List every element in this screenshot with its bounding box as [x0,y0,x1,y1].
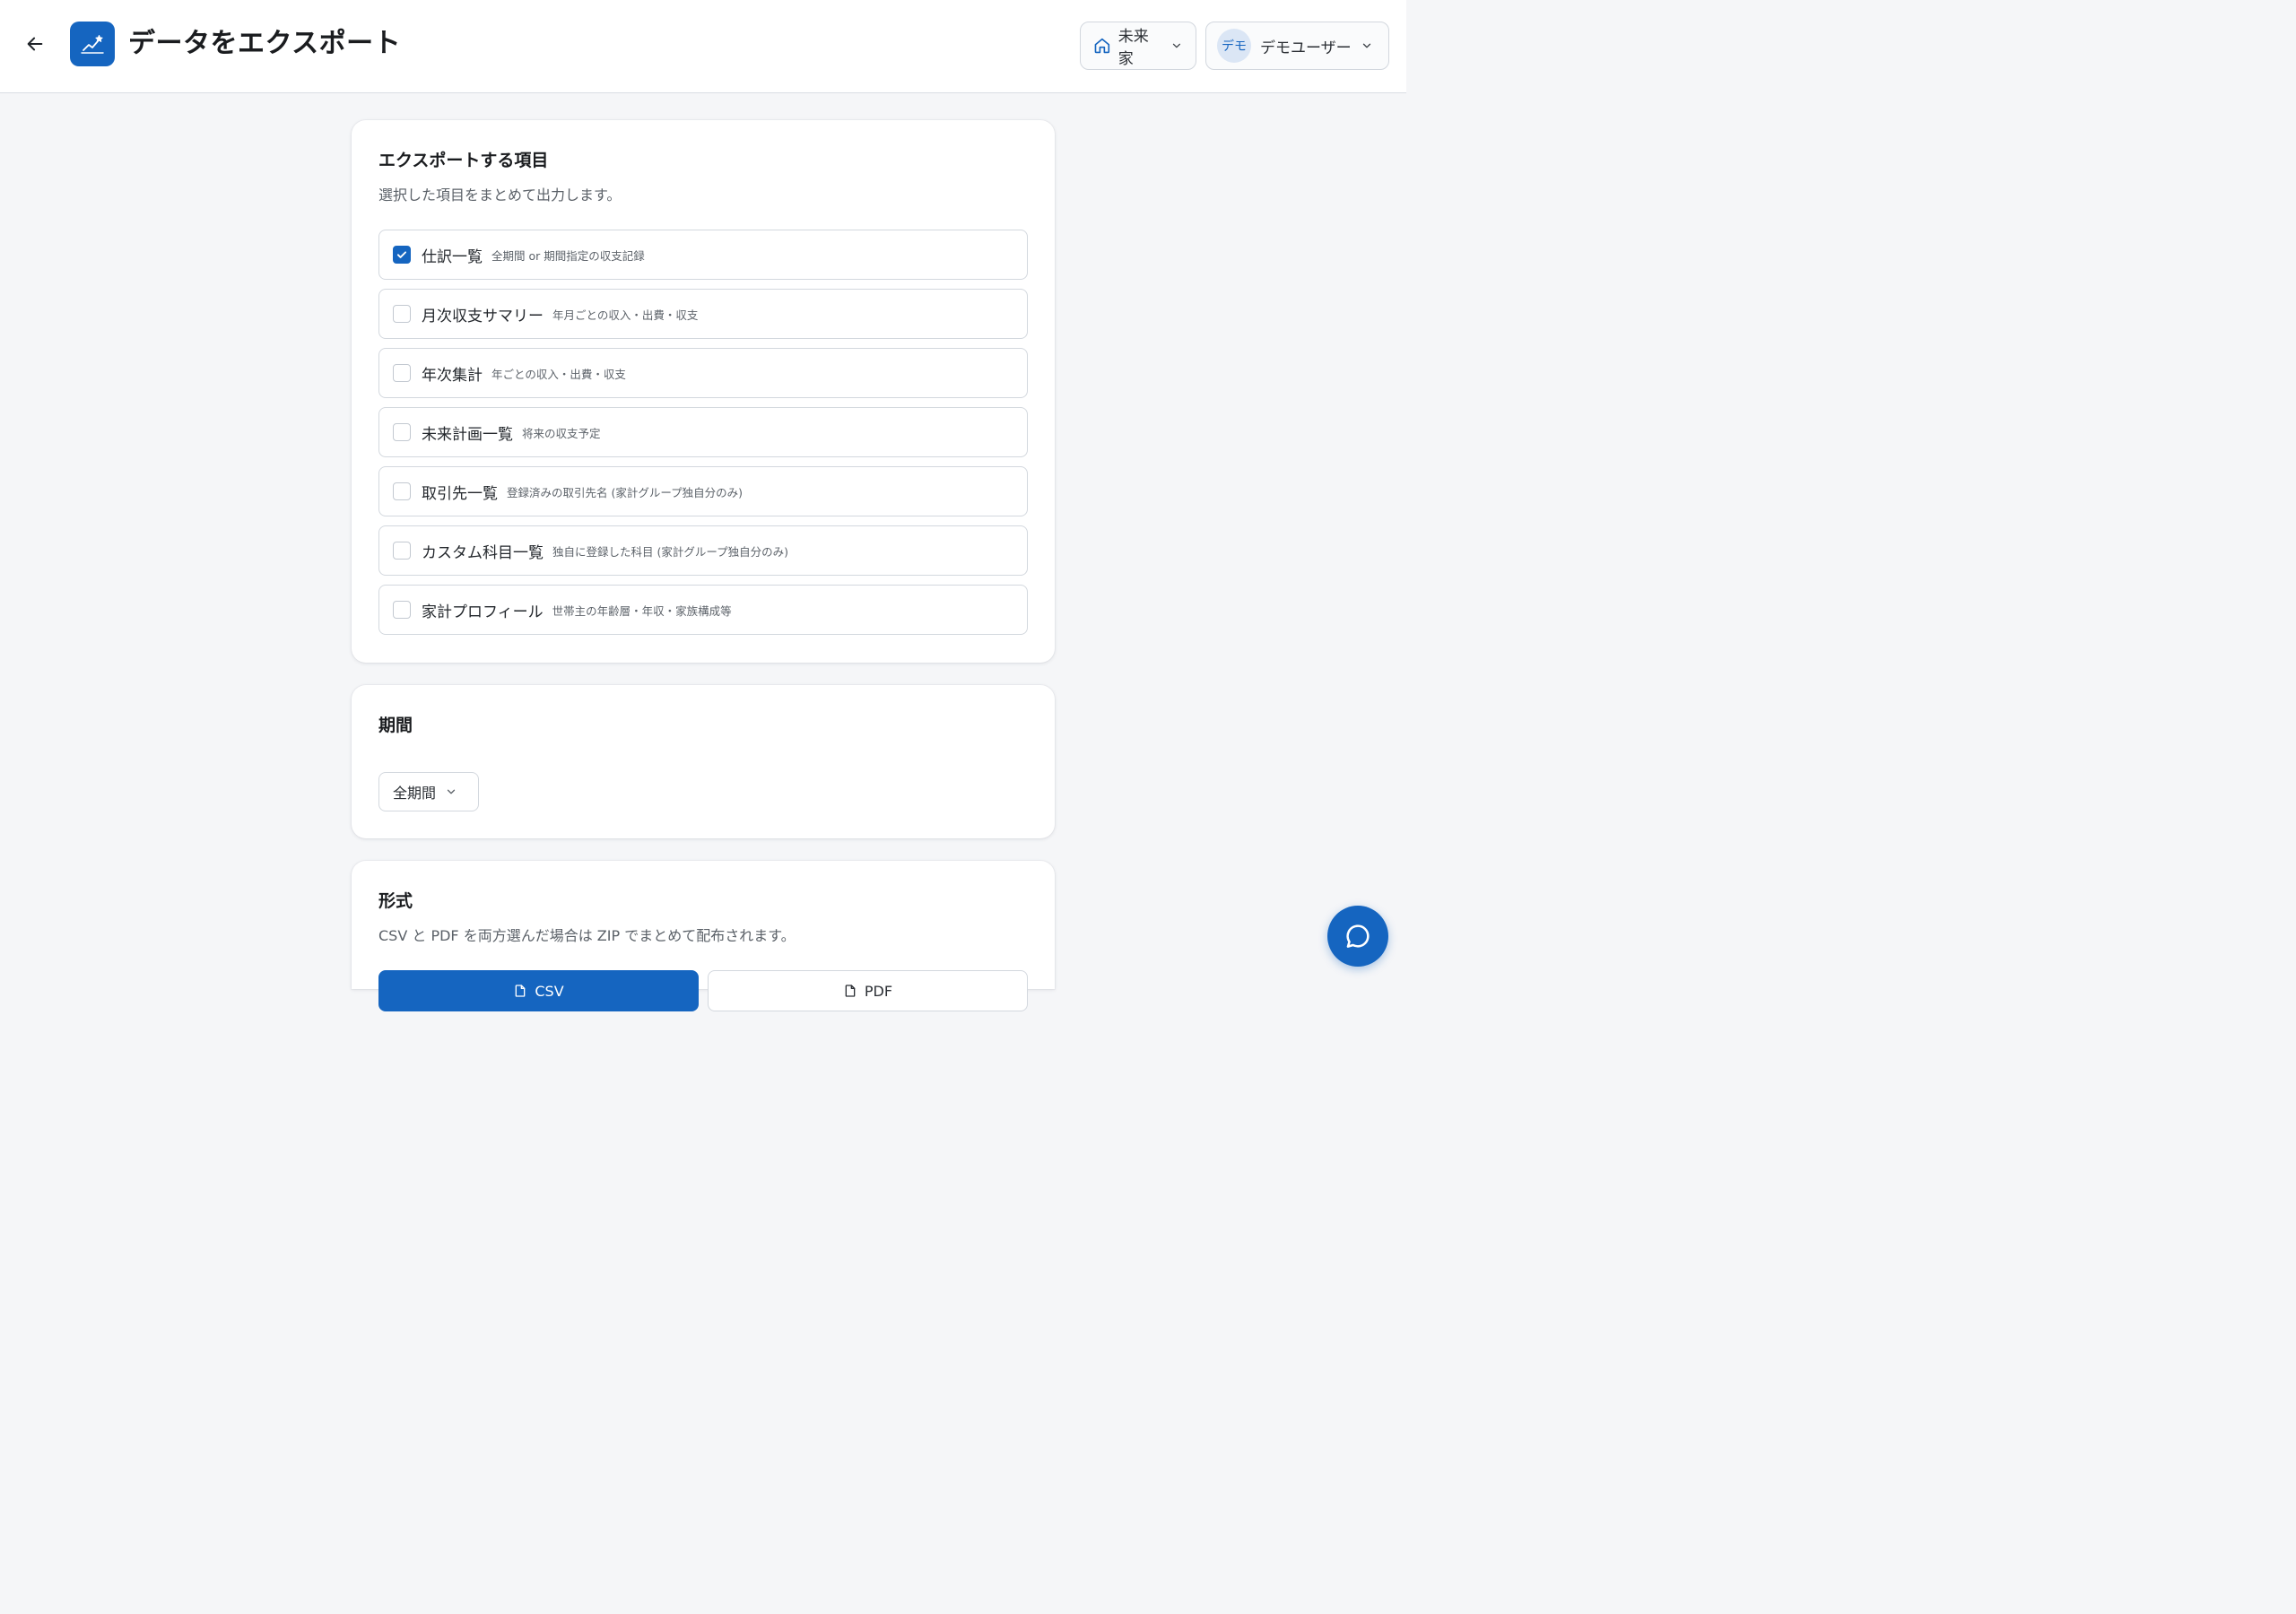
file-icon [845,985,856,997]
period-card: 期間 全期間 [352,685,1055,838]
item-label: 家計プロフィール [422,603,544,621]
export-item-future-plans[interactable]: 未来計画一覧 将来の収支予定 [378,407,1028,457]
period-select[interactable]: 全期間 [378,772,479,811]
item-description: 全期間 or 期間指定の収支記録 [491,248,645,263]
file-icon [516,985,526,997]
chevron-down-icon [447,789,456,794]
user-menu[interactable]: デモ デモユーザー [1205,22,1389,70]
trend-chart-icon [81,35,104,54]
chevron-down-icon [1362,43,1370,48]
app-header: データをエクスポート 未来家 デモ デモユーザー [0,0,1406,93]
export-item-vendors[interactable]: 取引先一覧 登録済みの取引先名 (家計グループ独自分のみ) [378,466,1028,516]
export-item-custom-categories[interactable]: カスタム科目一覧 独自に登録した科目 (家計グループ独自分のみ) [378,525,1028,576]
item-description: 独自に登録した科目 (家計グループ独自分のみ) [552,544,788,559]
household-switcher[interactable]: 未来家 [1080,22,1196,70]
household-name: 未来家 [1118,28,1149,68]
avatar: デモ [1217,29,1251,63]
export-item-journal[interactable]: 仕訳一覧 全期間 or 期間指定の収支記録 [378,230,1028,280]
export-item-monthly-summary[interactable]: 月次収支サマリー 年月ごとの収入・出費・収支 [378,289,1028,339]
checkbox-household-profile[interactable] [393,601,411,619]
export-item-yearly-total[interactable]: 年次集計 年ごとの収入・出費・収支 [378,348,1028,398]
item-label: 未来計画一覧 [422,425,513,444]
item-label: カスタム科目一覧 [422,543,544,562]
item-description: 世帯主の年齢層・年収・家族構成等 [552,603,732,618]
format-title: 形式 [378,891,413,911]
chevron-down-icon [1172,43,1181,48]
export-item-household-profile[interactable]: 家計プロフィール 世帯主の年齢層・年収・家族構成等 [378,585,1028,635]
period-selected-value: 全期間 [393,785,437,802]
item-description: 年月ごとの収入・出費・収支 [552,308,699,322]
chat-button[interactable] [1327,906,1388,967]
checkbox-vendors[interactable] [393,482,411,500]
period-title: 期間 [378,716,413,735]
back-button[interactable] [20,29,50,59]
item-description: 登録済みの取引先名 (家計グループ独自分のみ) [507,485,743,499]
page-title: データをエクスポート [128,28,402,59]
item-description: 将来の収支予定 [522,426,601,440]
checkbox-future-plans[interactable] [393,423,411,441]
format-pdf-button[interactable]: PDF [708,970,1028,1011]
checkbox-journal[interactable] [393,246,411,264]
item-label: 月次収支サマリー [422,307,544,325]
item-label: 取引先一覧 [422,484,498,503]
chat-bubble-icon [1346,924,1370,948]
item-label: 仕訳一覧 [422,247,483,266]
home-icon [1094,38,1110,54]
format-pdf-label: PDF [864,982,893,1000]
checkbox-yearly-total[interactable] [393,364,411,382]
format-description: CSV と PDF を両方選んだ場合は ZIP でまとめて配布されます。 [378,927,796,944]
user-name: デモユーザー [1260,39,1352,57]
check-icon [396,251,407,258]
item-label: 年次集計 [422,366,483,385]
checkbox-monthly-summary[interactable] [393,305,411,323]
format-card: 形式 CSV と PDF を両方選んだ場合は ZIP でまとめて配布されます。 … [352,861,1055,1011]
arrow-left-icon [27,37,43,51]
export-items-card: エクスポートする項目 選択した項目をまとめて出力します。 仕訳一覧 全期間 or… [352,120,1055,663]
format-csv-button[interactable]: CSV [378,970,699,1011]
app-logo [70,22,115,66]
export-items-title: エクスポートする項目 [378,151,549,170]
format-csv-label: CSV [535,982,564,1000]
checkbox-custom-categories[interactable] [393,542,411,560]
export-items-description: 選択した項目をまとめて出力します。 [378,187,622,204]
item-description: 年ごとの収入・出費・収支 [491,367,626,381]
